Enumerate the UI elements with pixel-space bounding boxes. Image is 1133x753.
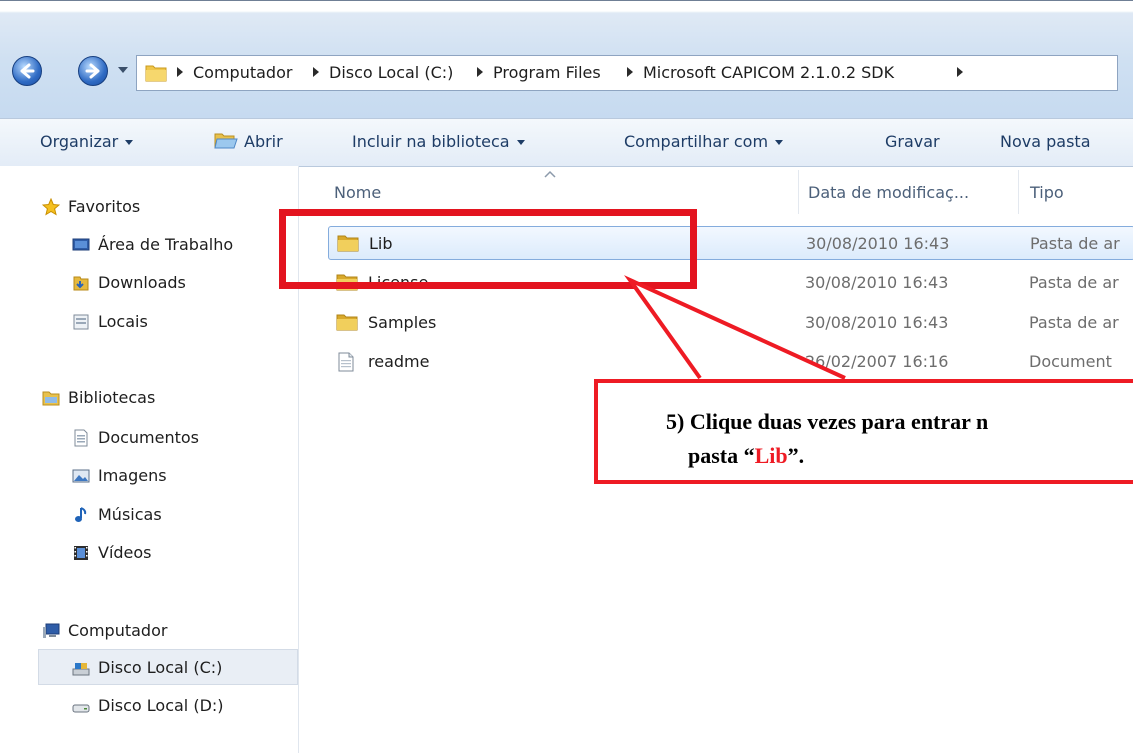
computer-icon [43,623,60,638]
forward-button[interactable] [78,56,108,86]
chevron-down-icon [125,140,134,145]
video-film-icon [74,546,88,560]
sort-indicator-icon [544,170,556,178]
music-note-icon [75,507,87,522]
breadcrumb-computer[interactable]: Computador [177,63,292,82]
callout-highlight-lib: Lib [754,443,788,468]
open-button[interactable]: Abrir [214,132,283,151]
libraries-icon [42,391,60,406]
callout-text-line1: 5) Clique duas vezes para entrar n [666,409,989,434]
folder-icon [145,65,167,82]
recent-pages-dropdown[interactable] [118,67,128,73]
new-folder-button[interactable]: Nova pasta [1000,132,1091,151]
column-header-type[interactable]: Tipo [1030,183,1064,202]
share-with-button[interactable]: Compartilhar com [624,132,784,151]
breadcrumb-more[interactable] [957,63,973,82]
drive-icon [72,704,90,713]
column-divider[interactable] [1018,170,1019,214]
back-arrow-icon [20,63,35,79]
recent-places-icon [73,314,89,330]
callout-text-line2: pasta “Lib”. [688,443,805,468]
callout-pointer [624,275,846,380]
address-bar[interactable]: Computador Disco Local (C:) Program File… [136,55,1118,91]
star-icon [42,198,60,216]
organize-button[interactable]: Organizar [40,132,134,151]
desktop-icon [72,238,90,251]
downloads-folder-icon [73,276,89,291]
breadcrumb-program-files[interactable]: Program Files [477,63,601,82]
back-button[interactable] [12,56,42,86]
burn-button[interactable]: Gravar [885,132,940,151]
forward-arrow-icon [85,63,100,79]
folder-icon [336,314,358,331]
open-folder-icon [214,133,238,149]
documents-icon [74,429,88,447]
chevron-down-icon [775,140,784,145]
column-header-date[interactable]: Data de modificaç... [808,183,969,202]
drive-icon [72,663,90,676]
breadcrumb-capicom-sdk[interactable]: Microsoft CAPICOM 2.1.0.2 SDK [627,63,894,82]
instruction-callout: 5) Clique duas vezes para entrar n pasta… [594,379,1133,484]
chevron-down-icon [516,140,525,145]
breadcrumb-disk-c[interactable]: Disco Local (C:) [313,63,453,82]
document-icon [338,352,354,372]
column-header-name[interactable]: Nome [334,183,381,202]
column-divider[interactable] [798,170,799,214]
include-in-library-button[interactable]: Incluir na biblioteca [352,132,525,151]
window-topbar: Computador Disco Local (C:) Program File… [0,0,1133,119]
pictures-icon [72,469,90,483]
command-toolbar: Organizar Abrir Incluir na biblioteca Co… [0,118,1133,167]
